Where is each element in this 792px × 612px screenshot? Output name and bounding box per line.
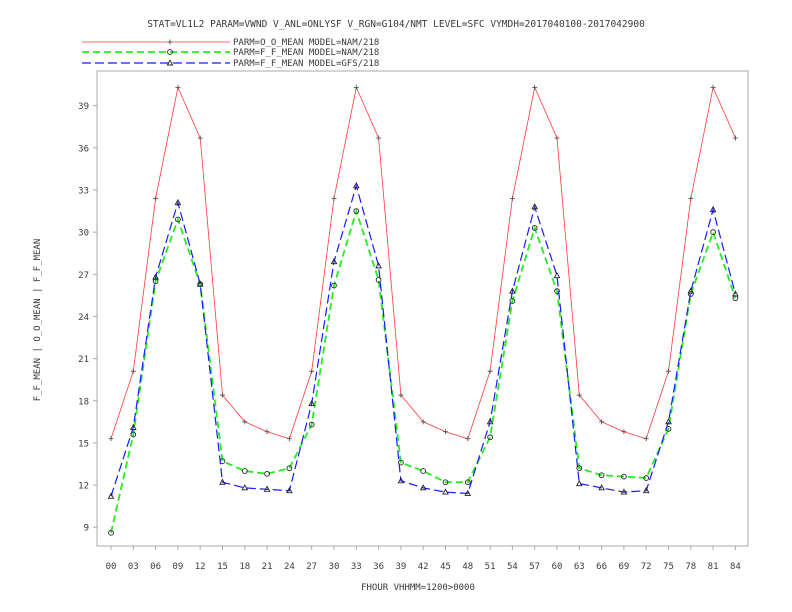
series-2 — [108, 208, 739, 536]
y-tick-label: 15 — [78, 439, 89, 449]
legend-marker-1 — [167, 39, 173, 45]
y-tick-label: 12 — [78, 482, 89, 492]
y-tick-label: 9 — [84, 524, 89, 534]
data-point-1 — [353, 84, 359, 90]
x-tick-label: 27 — [306, 562, 317, 572]
legend-entry-2: PARM=F_F_MEAN MODEL=NAM/218 — [82, 48, 379, 58]
x-tick-label: 18 — [239, 562, 250, 572]
y-tick-label: 30 — [78, 229, 89, 239]
series-1 — [108, 84, 738, 442]
x-tick-label: 06 — [150, 562, 161, 572]
x-tick-label: 42 — [418, 562, 429, 572]
legend-entry-3: PARM=F_F_MEAN MODEL=GFS/218 — [82, 59, 379, 69]
data-point-1 — [286, 436, 292, 442]
x-tick-label: 33 — [351, 562, 362, 572]
data-point-1 — [666, 368, 671, 374]
data-point-3 — [375, 262, 382, 269]
y-tick-label: 21 — [78, 355, 89, 365]
x-tick-label: 57 — [529, 562, 540, 572]
data-point-1 — [643, 436, 649, 442]
y-tick-label: 33 — [78, 187, 89, 197]
x-tick-label: 03 — [128, 562, 139, 572]
series-line-3 — [110, 183, 736, 497]
data-point-1 — [532, 84, 538, 90]
x-tick-label: 30 — [329, 562, 340, 572]
chart-title: STAT=VL1L2 PARAM=VWND V_ANL=ONLYSF V_RGN… — [147, 19, 645, 30]
legend-entry-1: PARM=O_O_MEAN MODEL=NAM/218 — [82, 38, 379, 48]
data-point-1 — [197, 135, 203, 141]
x-tick-label: 15 — [217, 562, 228, 572]
x-tick-label: 51 — [485, 562, 496, 572]
data-point-3 — [575, 479, 583, 487]
data-point-1 — [732, 135, 738, 141]
data-point-2 — [420, 468, 427, 474]
x-tick-label: 12 — [195, 562, 206, 572]
x-tick-label: 36 — [373, 562, 384, 572]
x-tick-label: 78 — [685, 562, 696, 572]
legend: PARM=O_O_MEAN MODEL=NAM/218 PARM=F_F_MEA… — [82, 38, 379, 69]
series-line-1 — [110, 86, 736, 440]
x-tick-label: 54 — [507, 562, 518, 572]
x-tick-label: 60 — [552, 562, 563, 572]
data-point-1 — [130, 368, 136, 374]
data-point-1 — [710, 84, 716, 90]
data-point-1 — [264, 429, 270, 435]
x-tick-label: 48 — [462, 562, 473, 572]
x-tick-label: 24 — [284, 562, 295, 572]
data-point-1 — [509, 195, 515, 201]
y-tick-label: 24 — [78, 313, 89, 323]
series-layer — [107, 84, 739, 536]
data-point-1 — [108, 436, 114, 442]
x-axis-title: FHOUR VHHMM=1200>0000 — [361, 583, 475, 593]
x-tick-label: 75 — [663, 562, 674, 572]
y-tick-label: 18 — [78, 397, 89, 407]
data-point-1 — [309, 368, 315, 374]
data-point-1 — [153, 195, 159, 201]
data-point-1 — [465, 436, 471, 442]
legend-label-1: PARM=O_O_MEAN MODEL=NAM/218 — [233, 38, 379, 48]
x-tick-label: 21 — [262, 562, 273, 572]
data-point-1 — [487, 368, 493, 374]
y-tick-label: 36 — [78, 144, 89, 154]
x-tick-label: 72 — [641, 562, 652, 572]
data-point-1 — [175, 84, 181, 90]
data-point-1 — [621, 429, 627, 435]
data-point-3 — [241, 484, 249, 491]
x-tick-label: 63 — [574, 562, 585, 572]
chart: STAT=VL1L2 PARAM=VWND V_ANL=ONLYSF V_RGN… — [33, 19, 749, 593]
x-axis: 00 03 06 09 12 15 18 21 24 27 30 33 36 39 42 45 48 51 54 57… — [106, 546, 741, 572]
data-point-1 — [688, 195, 694, 201]
data-point-1 — [554, 135, 560, 141]
series-3 — [107, 182, 739, 499]
legend-label-3: PARM=F_F_MEAN MODEL=GFS/218 — [233, 59, 379, 69]
x-tick-label: 81 — [708, 562, 719, 572]
data-point-1 — [376, 135, 382, 141]
x-tick-label: 66 — [596, 562, 607, 572]
data-point-1 — [331, 195, 337, 201]
y-axis: 9 12 15 18 21 24 27 30 33 36 39 — [78, 102, 97, 534]
data-point-3 — [553, 271, 561, 279]
x-tick-label: 09 — [172, 562, 183, 572]
x-tick-label: 00 — [106, 562, 117, 572]
y-tick-label: 27 — [78, 271, 89, 281]
legend-label-2: PARM=F_F_MEAN MODEL=NAM/218 — [233, 48, 379, 58]
y-tick-label: 39 — [78, 102, 89, 112]
data-point-1 — [443, 429, 448, 435]
x-tick-label: 39 — [395, 562, 406, 572]
plot-area — [96, 70, 749, 547]
x-tick-label: 69 — [618, 562, 629, 572]
x-tick-label: 84 — [730, 562, 741, 572]
y-axis-title: F_F_MEAN | O_O_MEAN | F_F_MEAN — [33, 239, 43, 402]
x-tick-label: 45 — [440, 562, 451, 572]
